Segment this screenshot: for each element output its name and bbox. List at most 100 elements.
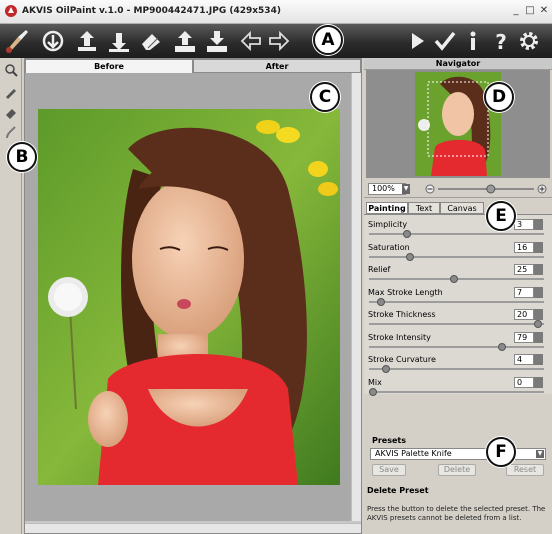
- param-slider-thumb[interactable]: [533, 320, 542, 328]
- callout-d: D: [484, 82, 514, 112]
- param-value-input[interactable]: 4: [514, 354, 534, 365]
- hand-tool-icon[interactable]: [3, 62, 19, 78]
- eraser-icon[interactable]: [138, 28, 164, 54]
- param-slider-thumb[interactable]: [402, 230, 411, 238]
- param-slider-thumb[interactable]: [377, 297, 386, 306]
- navigator-view[interactable]: [366, 70, 550, 178]
- painting-parameters: Simplicity 3 Saturation 16 Relief 25 Max Strok…: [364, 214, 552, 396]
- zoom-slider[interactable]: [424, 183, 548, 195]
- param-slider-thumb[interactable]: [382, 365, 391, 373]
- preset-selected: AKVIS Palette Knife: [375, 449, 452, 458]
- back-arrow-icon[interactable]: [238, 28, 264, 54]
- param-slider-track[interactable]: [369, 323, 544, 325]
- param-spinner[interactable]: [534, 241, 543, 253]
- param-slider-track[interactable]: [369, 300, 544, 303]
- apply-icon[interactable]: [432, 28, 458, 54]
- param-spinner[interactable]: [534, 219, 543, 230]
- canvas-area[interactable]: [25, 73, 361, 521]
- save-preset-button[interactable]: Save: [372, 464, 406, 476]
- info-icon[interactable]: [460, 28, 486, 54]
- param-slider-thumb[interactable]: [369, 387, 377, 396]
- window-title: AKVIS OilPaint v.1.0 - MP900442471.JPG (…: [22, 6, 281, 16]
- callout-a: A: [313, 25, 343, 55]
- param-spinner[interactable]: [534, 331, 543, 343]
- param-row: Relief 25: [364, 264, 552, 286]
- vertical-scrollbar[interactable]: [351, 73, 361, 521]
- param-value-input[interactable]: 25: [514, 264, 534, 275]
- tab-before[interactable]: Before: [25, 59, 193, 73]
- param-spinner[interactable]: [534, 354, 543, 365]
- tab-after[interactable]: After: [193, 59, 361, 73]
- param-label: Max Stroke Length: [368, 287, 443, 297]
- param-value-input[interactable]: 16: [514, 241, 534, 253]
- param-label: Stroke Intensity: [368, 332, 431, 342]
- param-label: Stroke Curvature: [368, 355, 436, 364]
- param-row: Stroke Thickness 20: [364, 309, 552, 331]
- tool-strip: [0, 58, 22, 534]
- run-icon[interactable]: [404, 28, 430, 54]
- param-label: Mix: [368, 377, 382, 387]
- settings-icon[interactable]: [516, 28, 542, 54]
- photo-preview[interactable]: [38, 109, 340, 485]
- param-value-input[interactable]: 0: [514, 376, 534, 388]
- pencil-tool-icon[interactable]: [3, 84, 19, 100]
- param-value-input[interactable]: 79: [514, 331, 534, 343]
- param-label: Relief: [368, 265, 391, 274]
- navigator-title: Navigator: [364, 58, 552, 70]
- help-text: Press the button to delete the selected …: [367, 505, 546, 522]
- param-slider-thumb[interactable]: [405, 252, 414, 261]
- param-value-input[interactable]: 20: [514, 309, 534, 320]
- minimize-button[interactable]: _: [510, 5, 522, 17]
- zoom-select[interactable]: 100% ▼: [368, 183, 410, 195]
- svg-text:?: ?: [495, 30, 507, 54]
- param-row: Saturation 16: [364, 241, 552, 264]
- eraser-tool-icon[interactable]: [3, 104, 19, 120]
- open-icon[interactable]: [40, 28, 66, 54]
- param-slider-track[interactable]: [369, 390, 544, 393]
- param-row: Mix 0: [364, 376, 552, 399]
- param-spinner[interactable]: [534, 376, 543, 388]
- save-icon[interactable]: [74, 28, 100, 54]
- zoom-value: 100%: [372, 184, 395, 193]
- param-slider-thumb[interactable]: [449, 275, 458, 283]
- forward-arrow-icon[interactable]: [266, 28, 292, 54]
- print-icon[interactable]: [106, 28, 132, 54]
- param-slider-track[interactable]: [369, 255, 544, 258]
- param-label: Stroke Thickness: [368, 310, 436, 319]
- tab-text[interactable]: Text: [408, 202, 440, 214]
- param-row: Max Stroke Length 7: [364, 286, 552, 309]
- maximize-button[interactable]: □: [524, 5, 536, 17]
- param-spinner[interactable]: [534, 286, 543, 298]
- right-panel: Navigator 100% ▼ Painting Text Canvas Si…: [364, 58, 552, 534]
- close-button[interactable]: ✕: [538, 5, 550, 17]
- param-value-input[interactable]: 3: [514, 219, 534, 230]
- param-slider-track[interactable]: [369, 368, 544, 370]
- image-workspace: Before After: [24, 58, 362, 534]
- horizontal-scrollbar[interactable]: [25, 523, 361, 533]
- callout-f: F: [486, 437, 516, 467]
- tab-painting[interactable]: Painting: [366, 202, 408, 214]
- param-slider-track[interactable]: [369, 345, 544, 348]
- chevron-down-icon[interactable]: ▼: [402, 184, 410, 194]
- help-title: Delete Preset: [367, 486, 429, 495]
- param-value-input[interactable]: 7: [514, 286, 534, 298]
- upload-icon[interactable]: [172, 28, 198, 54]
- tab-canvas[interactable]: Canvas: [440, 202, 484, 214]
- zoom-row: 100% ▼: [364, 180, 552, 198]
- param-slider-thumb[interactable]: [498, 342, 507, 351]
- settings-tabs: Painting Text Canvas: [364, 202, 552, 214]
- param-spinner[interactable]: [534, 264, 543, 275]
- param-row: Stroke Curvature 4: [364, 354, 552, 376]
- reset-preset-button[interactable]: Reset: [506, 464, 544, 476]
- param-slider-track[interactable]: [369, 233, 544, 235]
- callout-b: B: [7, 142, 37, 172]
- callout-e: E: [486, 201, 516, 231]
- param-spinner[interactable]: [534, 309, 543, 320]
- download-icon[interactable]: [204, 28, 230, 54]
- chevron-down-icon[interactable]: ▼: [536, 450, 544, 458]
- brush-tool-icon[interactable]: [3, 124, 19, 140]
- help-icon[interactable]: ?: [488, 28, 514, 54]
- delete-preset-button[interactable]: Delete: [438, 464, 476, 476]
- preset-select[interactable]: AKVIS Palette Knife ▼: [370, 448, 546, 460]
- main-toolbar: ?: [0, 24, 552, 58]
